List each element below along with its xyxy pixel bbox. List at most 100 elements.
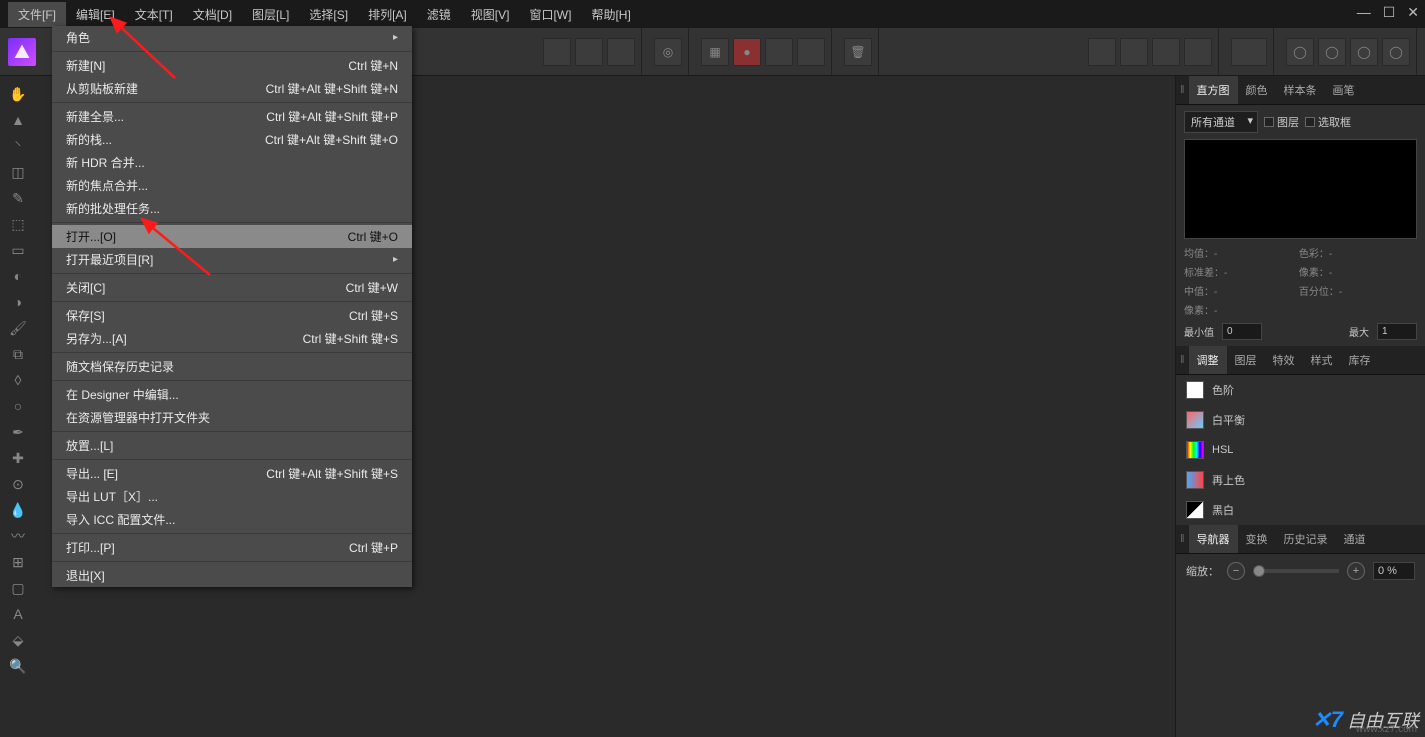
trash-btn[interactable]: 🗑 [844, 38, 872, 66]
smudge-tool[interactable]: 〰 [6, 524, 30, 548]
tab-color[interactable]: 颜色 [1238, 76, 1276, 104]
tab-styles[interactable]: 样式 [1303, 346, 1341, 374]
menuitem-打开O[interactable]: 打开...[O]Ctrl 键+O [52, 225, 412, 248]
tab-effects[interactable]: 特效 [1265, 346, 1303, 374]
menuitem-从剪贴板新建[interactable]: 从剪贴板新建Ctrl 键+Alt 键+Shift 键+N [52, 77, 412, 100]
zoom-in-button[interactable]: + [1347, 562, 1365, 580]
blur-tool[interactable]: 💧 [6, 498, 30, 522]
tab-navigator[interactable]: 导航器 [1189, 525, 1238, 553]
menu-10[interactable]: 帮助[H] [581, 2, 640, 27]
arrange-1[interactable] [1088, 38, 1116, 66]
tab-adjustments[interactable]: 调整 [1189, 346, 1227, 374]
menuitem-新的焦点合并[interactable]: 新的焦点合并... [52, 174, 412, 197]
align-btn-2[interactable] [575, 38, 603, 66]
menuitem-放置L[interactable]: 放置...[L] [52, 434, 412, 457]
menuitem-新建N[interactable]: 新建[N]Ctrl 键+N [52, 54, 412, 77]
zoom-slider[interactable] [1253, 569, 1339, 573]
menu-9[interactable]: 窗口[W] [519, 2, 581, 27]
adjustment-hsl[interactable]: HSL [1176, 435, 1425, 465]
menuitem-导出LUTX[interactable]: 导出 LUT［X］... [52, 485, 412, 508]
boolean-3[interactable]: ◯ [1350, 38, 1378, 66]
grid-btn[interactable]: ▦ [701, 38, 729, 66]
tab-swatches[interactable]: 样本条 [1276, 76, 1325, 104]
misc-btn-2[interactable] [797, 38, 825, 66]
menu-1[interactable]: 编辑[E] [66, 2, 125, 27]
crop-tool[interactable]: ◫ [6, 160, 30, 184]
tab-layers[interactable]: 图层 [1227, 346, 1265, 374]
menu-8[interactable]: 视图[V] [461, 2, 520, 27]
menuitem-保存S[interactable]: 保存[S]Ctrl 键+S [52, 304, 412, 327]
drag-handle-icon[interactable]: ‖ [1176, 533, 1189, 545]
redeye-tool[interactable]: ⊙ [6, 472, 30, 496]
order-btn[interactable] [1231, 38, 1267, 66]
dodge-tool[interactable]: ○ [6, 394, 30, 418]
flood-tool[interactable]: ◐ [6, 264, 30, 288]
perspective-tool[interactable]: ⬙ [6, 628, 30, 652]
gradient-tool[interactable]: ◑ [6, 290, 30, 314]
menuitem-新的栈[interactable]: 新的栈...Ctrl 键+Alt 键+Shift 键+O [52, 128, 412, 151]
move-tool[interactable]: ▲ [6, 108, 30, 132]
menu-4[interactable]: 图层[L] [242, 2, 299, 27]
arrange-4[interactable] [1184, 38, 1212, 66]
arrange-2[interactable] [1120, 38, 1148, 66]
tab-transform[interactable]: 变换 [1238, 525, 1276, 553]
eraser-tool[interactable]: ◊ [6, 368, 30, 392]
menu-3[interactable]: 文档[D] [183, 2, 242, 27]
menu-2[interactable]: 文本[T] [125, 2, 183, 27]
checkbox-selection[interactable]: 选取框 [1305, 114, 1351, 130]
tab-histogram[interactable]: 直方图 [1189, 76, 1238, 104]
misc-btn-1[interactable] [765, 38, 793, 66]
menuitem-新HDR合并[interactable]: 新 HDR 合并... [52, 151, 412, 174]
checkbox-layer[interactable]: 图层 [1264, 114, 1299, 130]
brush-tool[interactable]: ✎ [6, 186, 30, 210]
boolean-1[interactable]: ◯ [1286, 38, 1314, 66]
selection-tool[interactable]: ⬚ [6, 212, 30, 236]
zoom-out-button[interactable]: − [1227, 562, 1245, 580]
paint-tool[interactable]: 🖌 [6, 316, 30, 340]
heal-tool[interactable]: ✚ [6, 446, 30, 470]
boolean-4[interactable]: ◯ [1382, 38, 1410, 66]
menu-0[interactable]: 文件[F] [8, 2, 66, 27]
adjustment-levels[interactable]: 色阶 [1176, 375, 1425, 405]
menuitem-在资源管理器中打开文件夹[interactable]: 在资源管理器中打开文件夹 [52, 406, 412, 429]
tab-channels[interactable]: 通道 [1336, 525, 1374, 553]
maximize-button[interactable]: ☐ [1383, 4, 1396, 21]
menuitem-导入ICC配置文件[interactable]: 导入 ICC 配置文件... [52, 508, 412, 531]
mesh-tool[interactable]: ⊞ [6, 550, 30, 574]
tab-history[interactable]: 历史记录 [1276, 525, 1336, 553]
boolean-2[interactable]: ◯ [1318, 38, 1346, 66]
menuitem-角色[interactable]: 角色▸ [52, 26, 412, 49]
clone-tool[interactable]: ⧉ [6, 342, 30, 366]
drag-handle-icon[interactable]: ‖ [1176, 354, 1189, 366]
menuitem-另存为A[interactable]: 另存为...[A]Ctrl 键+Shift 键+S [52, 327, 412, 350]
menuitem-退出X[interactable]: 退出[X] [52, 564, 412, 587]
menuitem-打印P[interactable]: 打印...[P]Ctrl 键+P [52, 536, 412, 559]
menuitem-随文档保存历史记录[interactable]: 随文档保存历史记录 [52, 355, 412, 378]
adjustment-bw[interactable]: 黑白 [1176, 495, 1425, 525]
tab-brushes[interactable]: 画笔 [1325, 76, 1363, 104]
menuitem-在Designer中编辑[interactable]: 在 Designer 中编辑... [52, 383, 412, 406]
align-btn-3[interactable] [607, 38, 635, 66]
channel-select[interactable]: 所有通道 ▾ [1184, 111, 1258, 133]
menuitem-新建全景[interactable]: 新建全景...Ctrl 键+Alt 键+Shift 键+P [52, 105, 412, 128]
close-button[interactable]: ✕ [1407, 4, 1419, 21]
drag-handle-icon[interactable]: ‖ [1176, 84, 1189, 96]
tab-stock[interactable]: 库存 [1341, 346, 1379, 374]
menu-7[interactable]: 滤镜 [417, 2, 461, 27]
min-input[interactable] [1222, 323, 1262, 340]
menuitem-新的批处理任务[interactable]: 新的批处理任务... [52, 197, 412, 220]
pen-tool[interactable]: ✒ [6, 420, 30, 444]
adjustment-recolor[interactable]: 再上色 [1176, 465, 1425, 495]
minimize-button[interactable]: — [1357, 4, 1371, 21]
menuitem-导出E[interactable]: 导出... [E]Ctrl 键+Alt 键+Shift 键+S [52, 462, 412, 485]
record-btn[interactable]: ● [733, 38, 761, 66]
shape-tool[interactable]: ▢ [6, 576, 30, 600]
text-tool[interactable]: A [6, 602, 30, 626]
arrange-3[interactable] [1152, 38, 1180, 66]
color-picker-tool[interactable]: ⸌ [6, 134, 30, 158]
menu-5[interactable]: 选择[S] [299, 2, 358, 27]
snap-btn[interactable]: ◎ [654, 38, 682, 66]
max-input[interactable] [1377, 323, 1417, 340]
hand-tool[interactable]: ✋ [6, 82, 30, 106]
menuitem-关闭C[interactable]: 关闭[C]Ctrl 键+W [52, 276, 412, 299]
